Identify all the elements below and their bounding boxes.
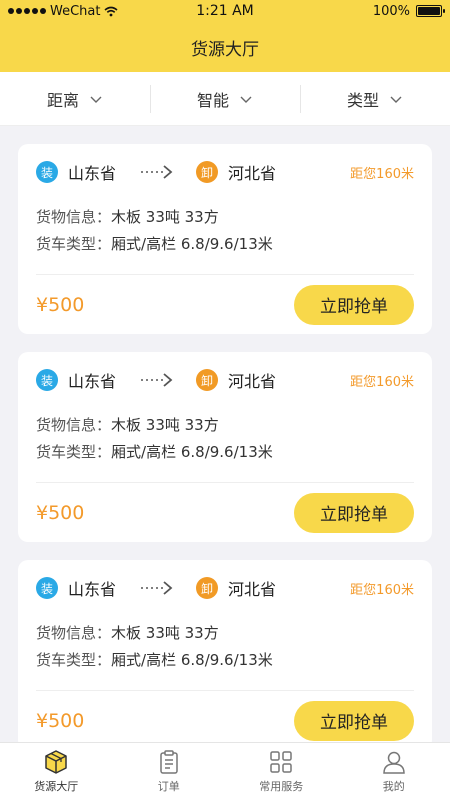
- filter-smart[interactable]: 智能: [150, 84, 300, 113]
- tab-label: 我的: [382, 780, 405, 793]
- cargo-info: 货物信息：木板 33吨 33方 货车类型：厢式/高栏 6.8/9.6/13米: [36, 408, 414, 482]
- distance-label: 距您160米: [350, 582, 414, 598]
- truck-label: 货车类型：: [36, 235, 112, 253]
- route-arrow-icon: [141, 165, 173, 179]
- battery-percent: 100%: [372, 3, 410, 19]
- filter-type[interactable]: 类型: [300, 84, 450, 113]
- grab-order-button[interactable]: 立即抢单: [294, 700, 414, 741]
- truck-row: 货车类型：厢式/高栏 6.8/9.6/13米: [36, 439, 414, 466]
- signal-dots-icon: [8, 8, 46, 14]
- route-row: 装 山东省 卸 河北省 距您160米: [36, 560, 414, 616]
- clipboard-icon: [160, 750, 178, 774]
- box-icon: [45, 750, 67, 774]
- destination-city: 河北省: [228, 372, 277, 391]
- card-footer: ¥500 立即抢单: [36, 690, 414, 750]
- route-arrow-icon: [141, 373, 173, 387]
- battery-icon: [416, 5, 445, 17]
- page-title: 货源大厅: [191, 39, 259, 60]
- status-right: 100%: [372, 3, 445, 19]
- goods-row: 货物信息：木板 33吨 33方: [36, 412, 414, 439]
- goods-row: 货物信息：木板 33吨 33方: [36, 204, 414, 231]
- load-tag: 装: [36, 369, 58, 391]
- card-footer: ¥500 立即抢单: [36, 482, 414, 542]
- chevron-down-icon: [390, 96, 402, 103]
- person-icon: [382, 751, 405, 774]
- wifi-icon: [104, 6, 118, 16]
- carrier-label: WeChat: [50, 3, 101, 19]
- filter-label: 智能: [196, 90, 229, 110]
- tab-label: 货源大厅: [34, 780, 79, 793]
- unload-tag: 卸: [196, 161, 219, 183]
- goods-label: 货物信息：: [36, 208, 112, 226]
- destination-city: 河北省: [228, 164, 277, 183]
- tab-cargo-hall[interactable]: 货源大厅: [0, 743, 113, 800]
- filter-label: 距离: [46, 90, 79, 110]
- cargo-card[interactable]: 装 山东省 卸 河北省 距您160米 货物信息：木板 33吨 33方 货车类型：…: [18, 560, 432, 750]
- grab-order-button[interactable]: 立即抢单: [294, 284, 414, 325]
- load-tag: 装: [36, 161, 58, 183]
- tab-orders[interactable]: 订单: [113, 743, 226, 800]
- battery-fill: [418, 7, 440, 15]
- truck-label: 货车类型：: [36, 651, 112, 669]
- tab-label: 常用服务: [259, 780, 304, 793]
- goods-row: 货物信息：木板 33吨 33方: [36, 620, 414, 647]
- tab-mine[interactable]: 我的: [338, 743, 450, 800]
- grab-order-button[interactable]: 立即抢单: [294, 492, 414, 533]
- distance-label: 距您160米: [350, 166, 414, 182]
- goods-value: 木板 33吨 33方: [111, 208, 219, 226]
- status-left: WeChat: [8, 4, 118, 19]
- cargo-card[interactable]: 装 山东省 卸 河北省 距您160米 货物信息：木板 33吨 33方 货车类型：…: [18, 352, 432, 542]
- goods-value: 木板 33吨 33方: [111, 416, 219, 434]
- price: ¥500: [36, 293, 85, 316]
- bottom-tab-bar: 货源大厅 订单 常用服务 我的: [0, 742, 450, 800]
- status-bar: WeChat 1:21 AM 100%: [0, 0, 450, 22]
- truck-value: 厢式/高栏 6.8/9.6/13米: [111, 651, 273, 669]
- price: ¥500: [36, 709, 85, 732]
- route-row: 装 山东省 卸 河北省 距您160米: [36, 144, 414, 200]
- origin-city: 山东省: [68, 164, 117, 183]
- destination-city: 河北省: [228, 580, 277, 599]
- goods-label: 货物信息：: [36, 416, 112, 434]
- truck-row: 货车类型：厢式/高栏 6.8/9.6/13米: [36, 647, 414, 674]
- cargo-card[interactable]: 装 山东省 卸 河北省 距您160米 货物信息：木板 33吨 33方 货车类型：…: [18, 144, 432, 334]
- unload-tag: 卸: [196, 577, 219, 599]
- truck-value: 厢式/高栏 6.8/9.6/13米: [111, 235, 273, 253]
- tab-common-services[interactable]: 常用服务: [225, 743, 338, 800]
- goods-value: 木板 33吨 33方: [111, 624, 219, 642]
- tab-label: 订单: [157, 780, 180, 793]
- truck-label: 货车类型：: [36, 443, 112, 461]
- filter-label: 类型: [346, 90, 379, 110]
- cargo-info: 货物信息：木板 33吨 33方 货车类型：厢式/高栏 6.8/9.6/13米: [36, 200, 414, 274]
- origin-city: 山东省: [68, 580, 117, 599]
- route-row: 装 山东省 卸 河北省 距您160米: [36, 352, 414, 408]
- origin-city: 山东省: [68, 372, 117, 391]
- filter-bar: 距离 智能 类型: [0, 72, 450, 126]
- goods-label: 货物信息：: [36, 624, 112, 642]
- card-footer: ¥500 立即抢单: [36, 274, 414, 334]
- price: ¥500: [36, 501, 85, 524]
- cargo-info: 货物信息：木板 33吨 33方 货车类型：厢式/高栏 6.8/9.6/13米: [36, 616, 414, 690]
- route-arrow-icon: [141, 581, 173, 595]
- chevron-down-icon: [90, 96, 102, 103]
- grid-icon: [270, 751, 292, 773]
- truck-value: 厢式/高栏 6.8/9.6/13米: [111, 443, 273, 461]
- cargo-list: 装 山东省 卸 河北省 距您160米 货物信息：木板 33吨 33方 货车类型：…: [0, 126, 450, 750]
- load-tag: 装: [36, 577, 58, 599]
- filter-distance[interactable]: 距离: [0, 85, 150, 113]
- app-header: WeChat 1:21 AM 100% 货源大厅: [0, 0, 450, 72]
- truck-row: 货车类型：厢式/高栏 6.8/9.6/13米: [36, 231, 414, 258]
- distance-label: 距您160米: [350, 374, 414, 390]
- chevron-down-icon: [240, 96, 252, 103]
- unload-tag: 卸: [196, 369, 219, 391]
